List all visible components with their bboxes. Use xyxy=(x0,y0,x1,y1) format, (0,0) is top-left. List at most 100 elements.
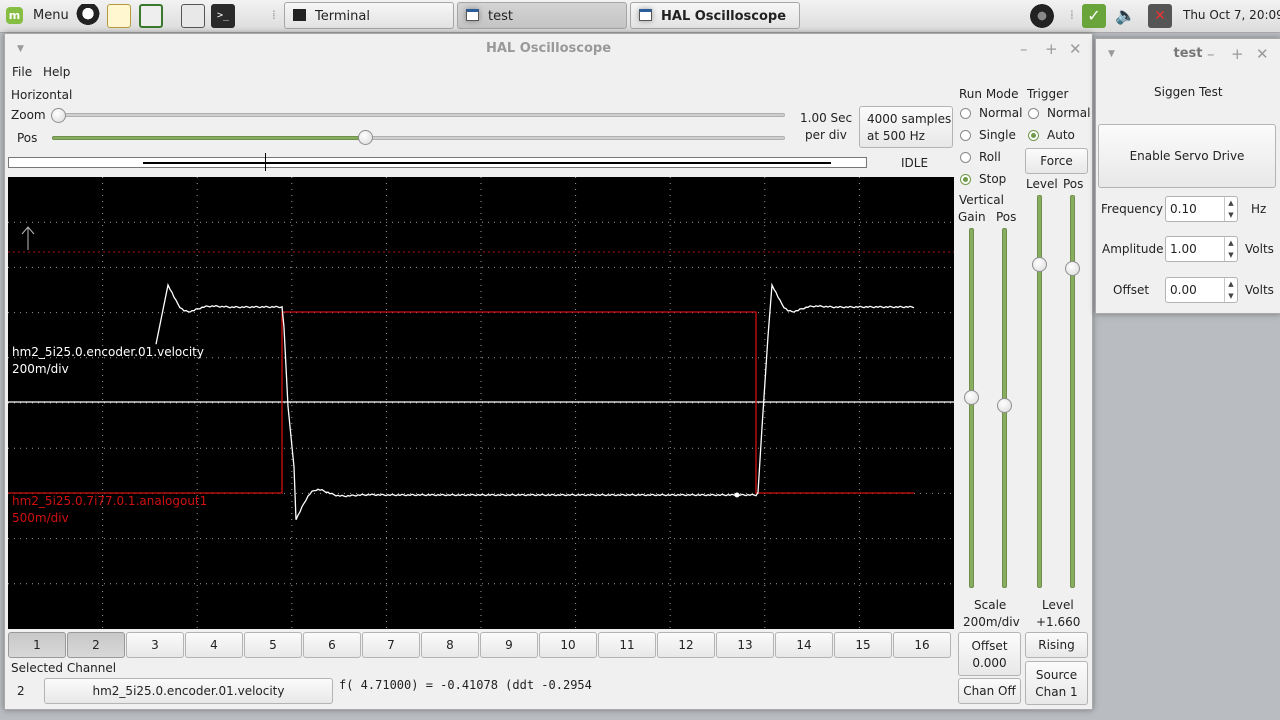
channel-5-button[interactable]: 5 xyxy=(244,632,302,658)
channel-3-button[interactable]: 3 xyxy=(126,632,184,658)
channel-6-button[interactable]: 6 xyxy=(303,632,361,658)
run-mode-normal-label[interactable]: Normal xyxy=(979,106,1022,120)
samples-button[interactable]: 4000 samples at 500 Hz xyxy=(859,106,953,148)
chan-off-button[interactable]: Chan Off xyxy=(958,678,1021,704)
horizontal-label: Horizontal xyxy=(11,88,73,102)
channel-11-button[interactable]: 11 xyxy=(598,632,656,658)
offset-button[interactable]: Offset 0.000 xyxy=(958,632,1021,676)
level-value: +1.660 xyxy=(1036,615,1081,629)
maximize-icon[interactable]: + xyxy=(1231,39,1244,69)
task-test[interactable]: test xyxy=(457,2,627,29)
record-cursor xyxy=(265,153,266,171)
spin-arrows-icon[interactable]: ▲ ▼ xyxy=(1224,197,1237,221)
trigger-level-slider-track[interactable] xyxy=(1037,195,1042,588)
zoom-slider-track[interactable] xyxy=(52,113,785,117)
trigger-auto-radio[interactable] xyxy=(1028,130,1039,141)
record-position-bar xyxy=(8,153,867,171)
update-check-icon[interactable]: ✓ xyxy=(1082,4,1106,28)
channel-10-button[interactable]: 10 xyxy=(539,632,597,658)
window-manager-icon[interactable] xyxy=(139,4,163,28)
trigger-pos-slider-handle[interactable] xyxy=(1065,261,1080,276)
window-title: HAL Oscilloscope xyxy=(485,41,612,56)
vertical-gain-slider-handle[interactable] xyxy=(964,390,979,405)
spin-arrows-icon[interactable]: ▲ ▼ xyxy=(1224,278,1237,302)
trigger-edge-button[interactable]: Rising xyxy=(1025,632,1088,658)
run-mode-single-label[interactable]: Single xyxy=(979,128,1016,142)
amplitude-label: Amplitude xyxy=(1102,242,1164,256)
camera-tray-icon[interactable] xyxy=(1030,4,1054,28)
menu-button[interactable]: Menu xyxy=(33,8,69,23)
channel-12-button[interactable]: 12 xyxy=(657,632,715,658)
run-mode-single-radio[interactable] xyxy=(960,130,971,141)
channel-1-button[interactable]: 1 xyxy=(8,632,66,658)
close-icon[interactable]: ✕ xyxy=(1069,34,1082,64)
samples-line1: 4000 samples xyxy=(867,112,952,126)
selected-channel-name-button[interactable]: hm2_5i25.0.encoder.01.velocity xyxy=(44,678,333,704)
terminal-launcher-icon[interactable]: >_ xyxy=(211,4,235,28)
channel-9-button[interactable]: 9 xyxy=(480,632,538,658)
floppy-icon[interactable] xyxy=(181,4,205,28)
minimize-icon[interactable]: – xyxy=(1207,39,1215,69)
run-mode-roll-label[interactable]: Roll xyxy=(979,150,1001,164)
window-icon xyxy=(639,9,652,21)
text-editor-icon[interactable] xyxy=(107,4,131,28)
channel-13-button[interactable]: 13 xyxy=(716,632,774,658)
offset-spinbox[interactable]: 0.00 ▲ ▼ xyxy=(1165,277,1238,303)
zoom-slider-handle[interactable] xyxy=(51,108,66,123)
trigger-level-slider-handle[interactable] xyxy=(1032,257,1047,272)
channel-7-button[interactable]: 7 xyxy=(362,632,420,658)
offset-param-unit: Volts xyxy=(1245,283,1274,297)
run-mode-stop-radio[interactable] xyxy=(960,174,971,185)
mint-menu-icon[interactable]: m xyxy=(6,7,23,24)
trigger-label: Trigger xyxy=(1027,87,1069,101)
spin-arrows-icon[interactable]: ▲ ▼ xyxy=(1224,237,1237,261)
channel-4-button[interactable]: 4 xyxy=(185,632,243,658)
source-line2: Chan 1 xyxy=(1035,685,1078,699)
task-hal-oscilloscope[interactable]: HAL Oscilloscope xyxy=(630,2,800,29)
frequency-value: 0.10 xyxy=(1170,202,1197,216)
run-mode-roll-radio[interactable] xyxy=(960,152,971,163)
offset-value: 0.000 xyxy=(972,656,1007,670)
run-mode-stop-label[interactable]: Stop xyxy=(979,172,1006,186)
vertical-pos-slider-handle[interactable] xyxy=(997,398,1012,413)
clock[interactable]: Thu Oct 7, 20:09 xyxy=(1183,8,1280,22)
volume-icon[interactable]: 🔈 xyxy=(1114,4,1138,28)
channel-16-button[interactable]: 16 xyxy=(893,632,951,658)
task-label: HAL Oscilloscope xyxy=(661,9,787,24)
run-mode-normal-radio[interactable] xyxy=(960,108,971,119)
channel-8-button[interactable]: 8 xyxy=(421,632,479,658)
trigger-auto-label[interactable]: Auto xyxy=(1047,128,1075,142)
channel-14-button[interactable]: 14 xyxy=(775,632,833,658)
channel-2-button[interactable]: 2 xyxy=(67,632,125,658)
channel-15-button[interactable]: 15 xyxy=(834,632,892,658)
trigger-source-button[interactable]: Source Chan 1 xyxy=(1025,661,1088,705)
amplitude-spinbox[interactable]: 1.00 ▲ ▼ xyxy=(1165,236,1238,262)
trigger-normal-radio[interactable] xyxy=(1028,108,1039,119)
task-terminal[interactable]: Terminal xyxy=(284,2,454,29)
scope-display[interactable]: hm2_5i25.0.encoder.01.velocity 200m/div … xyxy=(8,177,954,629)
trigger-normal-label[interactable]: Normal xyxy=(1047,106,1090,120)
frequency-spinbox[interactable]: 0.10 ▲ ▼ xyxy=(1165,196,1238,222)
window-title: test xyxy=(1173,46,1203,61)
scale-label: Scale xyxy=(974,598,1007,612)
trigger-level-label: Level xyxy=(1026,177,1058,191)
window-icon xyxy=(466,9,479,21)
window-menu-icon[interactable]: ▼ xyxy=(17,34,24,64)
selected-channel-number: 2 xyxy=(17,684,25,698)
minimize-icon[interactable]: – xyxy=(1020,34,1028,64)
close-icon[interactable]: ✕ xyxy=(1256,39,1269,69)
window-menu-icon[interactable]: ▼ xyxy=(1108,39,1115,69)
enable-servo-drive-button[interactable]: Enable Servo Drive xyxy=(1098,124,1276,188)
vertical-gain-slider-track[interactable] xyxy=(969,228,974,588)
menu-file[interactable]: File xyxy=(12,65,32,79)
penguin-launcher-icon[interactable] xyxy=(76,4,100,28)
trigger-pos-slider-track[interactable] xyxy=(1070,195,1075,588)
vertical-gain-label: Gain xyxy=(958,210,986,224)
maximize-icon[interactable]: + xyxy=(1045,34,1058,64)
cursor-marker xyxy=(734,492,740,498)
network-disconnected-icon[interactable]: ✕ xyxy=(1148,4,1172,28)
level-title: Level xyxy=(1042,598,1074,612)
pos-slider-handle[interactable] xyxy=(358,130,373,145)
menu-help[interactable]: Help xyxy=(43,65,70,79)
force-trigger-button[interactable]: Force xyxy=(1025,148,1088,174)
